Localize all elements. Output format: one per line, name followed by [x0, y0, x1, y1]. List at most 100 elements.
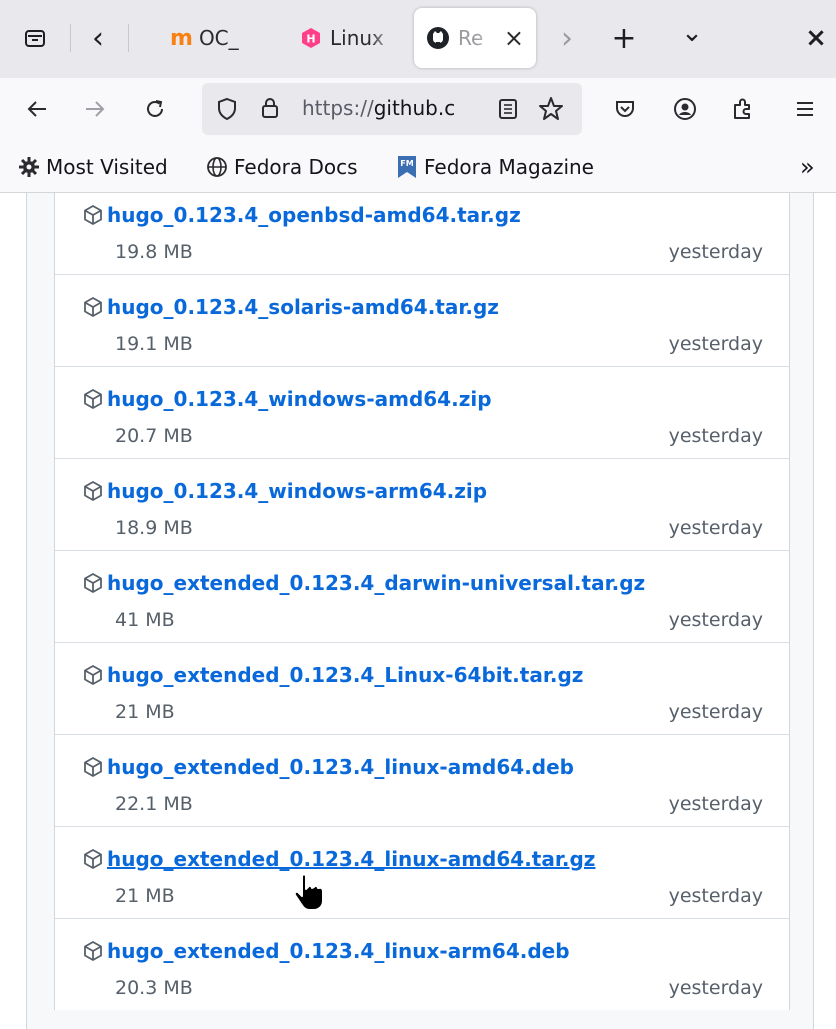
bookmark-fedora-magazine[interactable]: FM Fedora Magazine — [396, 152, 594, 182]
arrow-right-icon — [86, 101, 105, 117]
asset-download-link[interactable]: hugo_0.123.4_solaris-amd64.tar.gz — [81, 295, 499, 319]
chevron-down-icon: ⌄ — [681, 18, 703, 48]
asset-name: hugo_extended_0.123.4_linux-amd64.deb — [107, 755, 575, 779]
page-content: hugo_0.123.4_openbsd-amd64.tar.gz 19.8 MB… — [0, 193, 836, 1029]
asset-download-link[interactable]: hugo_extended_0.123.4_darwin-universal.t… — [81, 571, 645, 595]
asset-size: 21 MB — [115, 885, 175, 907]
asset-download-link[interactable]: hugo_extended_0.123.4_linux-amd64.tar.gz — [81, 847, 595, 871]
asset-row: hugo_0.123.4_solaris-amd64.tar.gz 19.1 MB… — [55, 274, 789, 366]
asset-row: hugo_0.123.4_openbsd-amd64.tar.gz 19.8 MB… — [55, 193, 789, 274]
app-menu-button[interactable] — [784, 88, 826, 130]
asset-name: hugo_0.123.4_solaris-amd64.tar.gz — [107, 295, 499, 319]
hugo-hex-icon: H — [300, 27, 322, 49]
asset-download-link[interactable]: hugo_0.123.4_openbsd-amd64.tar.gz — [81, 203, 521, 227]
forward-button[interactable] — [74, 88, 116, 130]
moodle-icon: m — [170, 25, 193, 51]
tab-separator — [128, 24, 129, 52]
plus-icon: + — [611, 20, 637, 56]
asset-size: 18.9 MB — [115, 517, 193, 539]
asset-name: hugo_0.123.4_windows-amd64.zip — [107, 387, 492, 411]
asset-date: yesterday — [668, 609, 763, 631]
bookmark-label: Fedora Docs — [234, 155, 358, 179]
asset-row: hugo_0.123.4_windows-arm64.zip 18.9 MB yes… — [55, 458, 789, 550]
asset-size: 22.1 MB — [115, 793, 193, 815]
asset-size: 20.7 MB — [115, 425, 193, 447]
package-icon — [81, 755, 105, 779]
svg-text:FM: FM — [400, 159, 413, 168]
bookmarks-overflow-button[interactable]: » — [800, 152, 815, 182]
puzzle-extensions-icon — [734, 98, 750, 119]
pocket-icon — [616, 101, 634, 117]
asset-size: 41 MB — [115, 609, 175, 631]
asset-size: 19.1 MB — [115, 333, 193, 355]
asset-date: yesterday — [668, 793, 763, 815]
tab-label: OC_ — [198, 26, 239, 50]
bookmark-label: Most Visited — [46, 155, 168, 179]
asset-size: 21 MB — [115, 701, 175, 723]
url-bar[interactable]: https://github.c — [202, 83, 582, 135]
close-tab-icon[interactable]: × — [504, 24, 524, 52]
asset-date: yesterday — [668, 333, 763, 355]
chevrons-right-icon: » — [800, 153, 815, 181]
github-icon — [426, 26, 450, 50]
asset-date: yesterday — [668, 517, 763, 539]
asset-download-link[interactable]: hugo_extended_0.123.4_linux-arm64.deb — [81, 939, 570, 963]
back-button[interactable] — [16, 88, 58, 130]
asset-size: 19.8 MB — [115, 241, 193, 263]
package-icon — [81, 663, 105, 687]
asset-download-link[interactable]: hugo_extended_0.123.4_Linux-64bit.tar.gz — [81, 663, 583, 687]
list-all-tabs-button[interactable]: ⌄ — [670, 14, 714, 62]
reload-icon — [147, 100, 163, 117]
url-prefix: https:// — [302, 96, 374, 120]
asset-download-link[interactable]: hugo_extended_0.123.4_linux-amd64.deb — [81, 755, 574, 779]
asset-name: hugo_extended_0.123.4_linux-arm64.deb — [107, 939, 570, 963]
asset-date: yesterday — [668, 701, 763, 723]
lock-icon[interactable] — [260, 96, 280, 120]
tab-overflow-button[interactable]: ‹ — [80, 14, 116, 62]
reader-view-icon[interactable] — [498, 98, 518, 120]
asset-date: yesterday — [668, 977, 763, 999]
star-bookmark-icon[interactable] — [538, 96, 564, 122]
bookmark-fedora-docs[interactable]: Fedora Docs — [206, 152, 358, 182]
extensions-button[interactable] — [722, 88, 764, 130]
url-host: github.c — [373, 96, 456, 120]
asset-row: hugo_extended_0.123.4_linux-amd64.tar.gz… — [55, 826, 789, 918]
package-icon — [81, 203, 105, 227]
bookmark-most-visited[interactable]: Most Visited — [18, 152, 168, 182]
asset-row: hugo_extended_0.123.4_Linux-64bit.tar.gz… — [55, 642, 789, 734]
account-icon — [674, 98, 696, 120]
svg-text:H: H — [306, 33, 315, 46]
scroll-tabs-right-button[interactable]: › — [552, 14, 582, 62]
fedora-magazine-icon: FM — [396, 155, 418, 179]
reload-button[interactable] — [134, 88, 176, 130]
shield-icon[interactable] — [216, 97, 238, 121]
close-window-button[interactable]: × — [796, 14, 836, 62]
chevron-left-icon: ‹ — [92, 20, 104, 56]
asset-size: 20.3 MB — [115, 977, 193, 999]
asset-name: hugo_extended_0.123.4_linux-amd64.tar.gz — [107, 847, 596, 871]
package-icon — [81, 939, 105, 963]
url-text[interactable]: https://github.c — [302, 96, 478, 120]
package-icon — [81, 295, 105, 319]
firefox-view-button[interactable] — [14, 14, 56, 62]
tab-bar: ‹ m OC_ H Linux Re × › + ⌄ × — [0, 0, 836, 78]
account-button[interactable] — [664, 88, 706, 130]
asset-date: yesterday — [668, 241, 763, 263]
globe-icon — [206, 156, 228, 178]
asset-download-link[interactable]: hugo_0.123.4_windows-arm64.zip — [81, 479, 487, 503]
asset-download-link[interactable]: hugo_0.123.4_windows-amd64.zip — [81, 387, 492, 411]
package-icon — [81, 847, 105, 871]
hand-pointer-cursor-icon — [293, 873, 324, 911]
tab-moodle[interactable]: m OC_ — [170, 8, 270, 68]
asset-name: hugo_extended_0.123.4_Linux-64bit.tar.gz — [107, 663, 584, 687]
tab-linux[interactable]: H Linux — [300, 8, 396, 68]
package-icon — [81, 479, 105, 503]
bookmark-label: Fedora Magazine — [424, 155, 594, 179]
tab-github-releases[interactable]: Re × — [414, 8, 536, 68]
new-tab-button[interactable]: + — [602, 14, 646, 62]
release-box: hugo_0.123.4_openbsd-amd64.tar.gz 19.8 MB… — [26, 193, 814, 1029]
package-icon — [81, 571, 105, 595]
pocket-button[interactable] — [604, 88, 646, 130]
arrow-left-icon — [27, 101, 46, 117]
asset-name: hugo_0.123.4_windows-arm64.zip — [107, 479, 488, 503]
